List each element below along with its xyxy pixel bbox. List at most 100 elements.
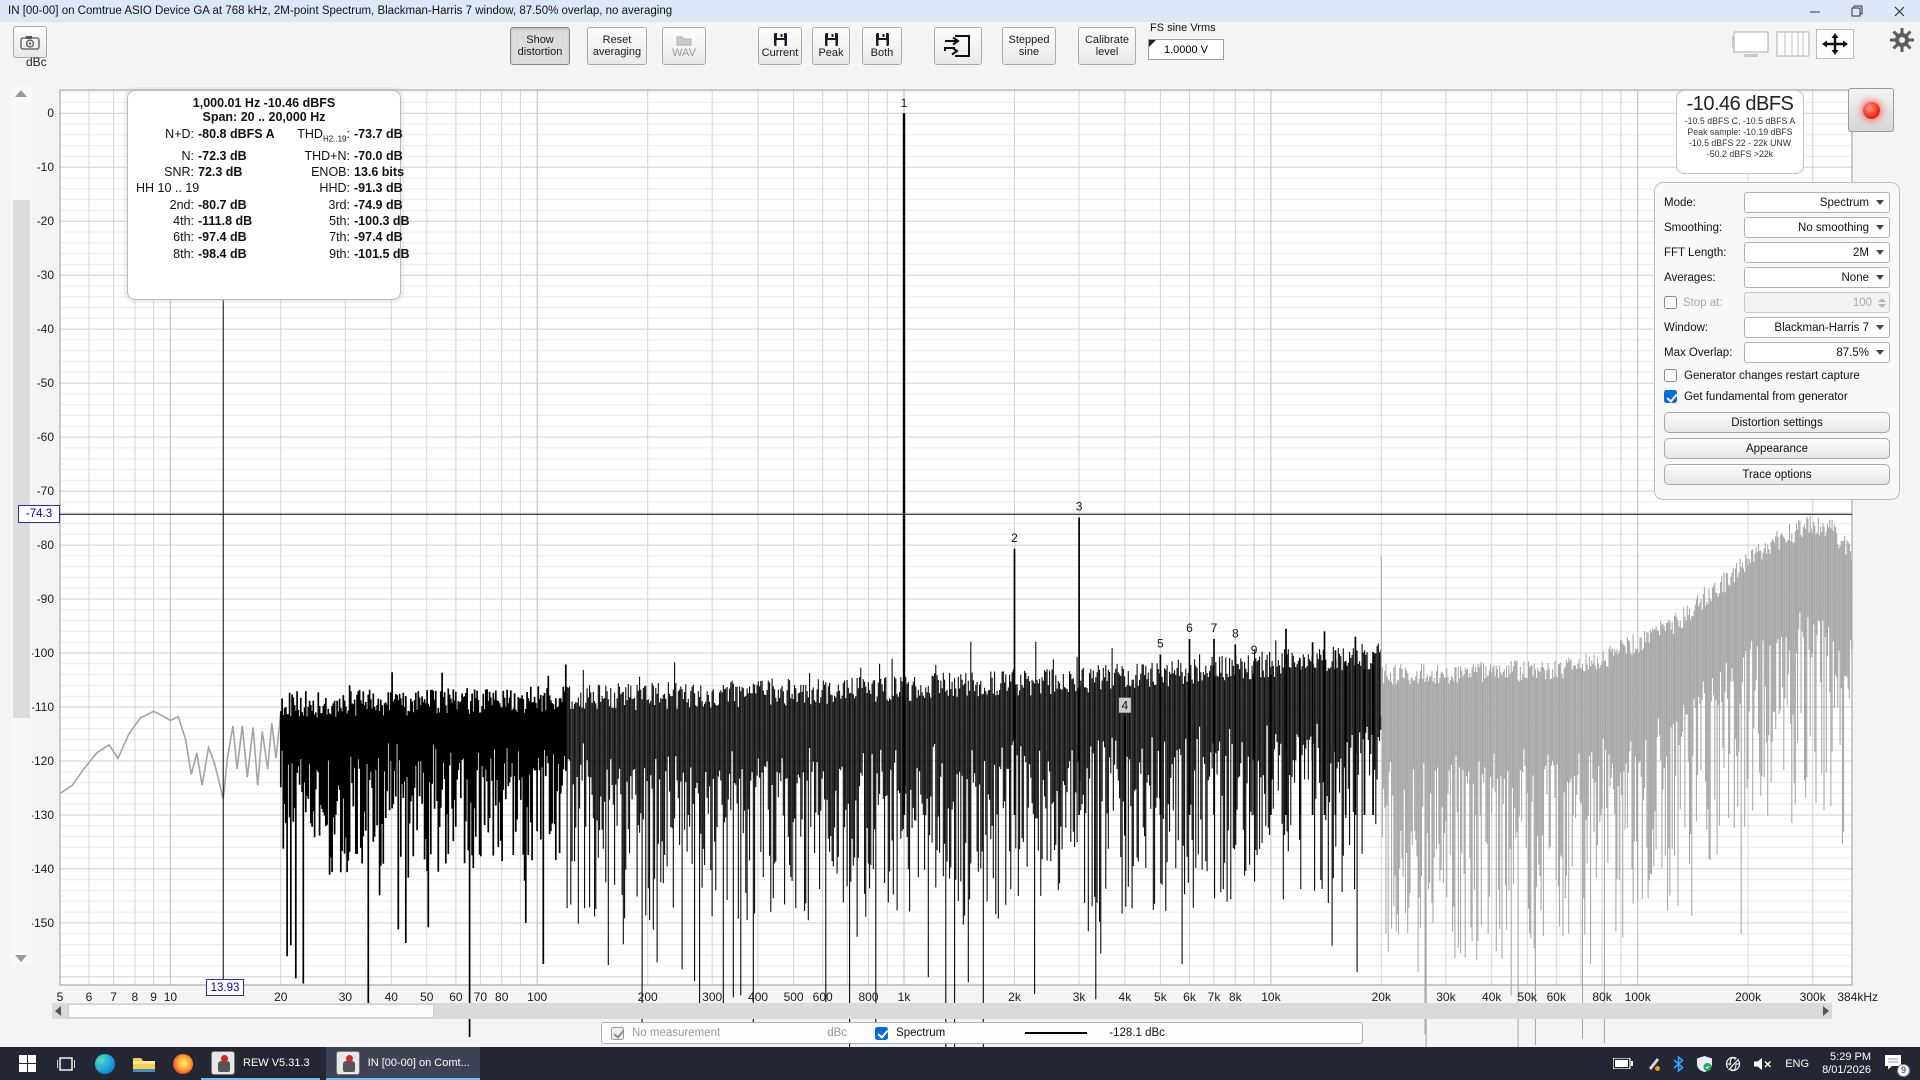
folder-icon (676, 34, 692, 46)
rew-app-icon (336, 1051, 360, 1075)
svg-text:20: 20 (274, 990, 288, 1004)
layout-columns-icon[interactable] (1776, 31, 1810, 57)
minimize-button[interactable] (1794, 0, 1836, 22)
record-button[interactable] (1848, 88, 1894, 132)
fundamental-from-generator-checkbox[interactable] (1664, 390, 1677, 403)
stepped-sine-button[interactable]: Stepped sine (1002, 27, 1056, 65)
save-both-button[interactable]: Both (862, 27, 902, 65)
fs-sine-vrms-label: FS sine Vrms (1150, 22, 1216, 34)
screen: 1234567895678910203040506070801002003004… (0, 0, 1920, 1080)
bluetooth-icon[interactable] (1673, 1056, 1684, 1072)
cursor-level-readout: -74.3 (18, 505, 60, 523)
svg-text:7: 7 (110, 990, 117, 1004)
window-dropdown[interactable]: Blackman-Harris 7 (1744, 317, 1890, 338)
input-routing-button[interactable] (934, 27, 982, 65)
trace-options-button[interactable]: Trace options (1664, 464, 1890, 485)
svg-text:40: 40 (385, 990, 399, 1004)
notification-center-button[interactable]: 9 (1884, 1054, 1908, 1074)
settings-gear-icon[interactable] (1890, 28, 1914, 52)
svg-text:384kHz: 384kHz (1837, 990, 1878, 1004)
scroll-left-icon[interactable] (55, 1006, 61, 1016)
pen-icon[interactable] (1646, 1056, 1660, 1071)
svg-text:4: 4 (1122, 699, 1129, 713)
title-bar: IN [00-00] on Comtrue ASIO Device GA at … (0, 0, 1920, 22)
svg-text:200k: 200k (1735, 990, 1762, 1004)
horizontal-scrollbar[interactable] (52, 1003, 1832, 1019)
edge-browser-button[interactable] (93, 1052, 117, 1076)
restore-button[interactable] (1836, 0, 1878, 22)
save-peak-button[interactable]: Peak (812, 27, 850, 65)
pan-arrows-button[interactable] (1816, 29, 1854, 59)
show-distortion-button[interactable]: Show distortion (510, 27, 570, 65)
svg-text:8: 8 (132, 990, 139, 1004)
svg-text:600: 600 (813, 990, 833, 1004)
fft-length-dropdown[interactable]: 2M (1744, 242, 1890, 263)
window-row: Window:Blackman-Harris 7 (1664, 315, 1890, 340)
svg-text:-60: -60 (37, 430, 55, 444)
fundamental-from-generator-row: Get fundamental from generator (1664, 386, 1890, 407)
floppy-disk-icon (774, 33, 787, 46)
svg-text:-120: -120 (30, 754, 54, 768)
calibrate-level-button[interactable]: Calibrate level (1078, 27, 1136, 65)
mode-row: Mode:Spectrum (1664, 190, 1890, 215)
task-view-button[interactable] (54, 1052, 78, 1076)
spectrum-trace-checkbox[interactable] (875, 1027, 888, 1040)
language-indicator[interactable]: ENG (1785, 1058, 1809, 1070)
screenshot-button[interactable] (13, 26, 47, 58)
fs-sine-vrms-input[interactable]: 1.0000 V (1148, 39, 1224, 60)
start-button[interactable] (15, 1052, 39, 1076)
floppy-disk-icon (876, 33, 889, 46)
svg-text:80: 80 (495, 990, 509, 1004)
volume-muted-icon[interactable] (1754, 1057, 1772, 1071)
save-current-button[interactable]: Current (758, 27, 802, 65)
generator-restart-checkbox[interactable] (1664, 369, 1677, 382)
security-shield-icon[interactable] (1697, 1056, 1712, 1072)
vertical-scroll-thumb[interactable] (13, 200, 30, 718)
mode-dropdown[interactable]: Spectrum (1744, 192, 1890, 213)
firefox-button[interactable] (171, 1052, 195, 1076)
svg-text:-40: -40 (37, 322, 55, 336)
svg-text:20k: 20k (1372, 990, 1392, 1004)
svg-text:8k: 8k (1229, 990, 1243, 1004)
taskbar-app-rew[interactable]: REW V5.31.3 (201, 1047, 320, 1080)
input-level-main: -10.46 dBFS (1677, 93, 1803, 116)
horizontal-scroll-thumb[interactable] (68, 1004, 434, 1018)
scroll-up-icon[interactable] (15, 90, 27, 97)
distortion-info-box: 1,000.01 Hz -10.46 dBFS Span: 20 .. 20,0… (127, 90, 401, 300)
scroll-right-icon[interactable] (1823, 1006, 1829, 1016)
svg-text:-20: -20 (37, 214, 55, 228)
battery-icon[interactable] (1613, 1058, 1633, 1069)
averages-dropdown[interactable]: None (1744, 267, 1890, 288)
distortion-settings-button[interactable]: Distortion settings (1664, 412, 1890, 433)
reset-averaging-button[interactable]: Reset averaging (587, 27, 647, 65)
network-globe-icon[interactable] (1725, 1056, 1741, 1072)
max-overlap-row: Max Overlap:87.5% (1664, 340, 1890, 365)
vertical-scrollbar[interactable] (11, 86, 32, 966)
layout-single-icon[interactable] (1732, 30, 1770, 58)
no-measurement-checkbox[interactable] (611, 1027, 624, 1040)
svg-text:9: 9 (1251, 643, 1258, 657)
appearance-button[interactable]: Appearance (1664, 438, 1890, 459)
smoothing-dropdown[interactable]: No smoothing (1744, 217, 1890, 238)
folder-icon (133, 1055, 155, 1073)
max-overlap-dropdown[interactable]: 87.5% (1744, 342, 1890, 363)
chevron-down-icon (1876, 275, 1884, 280)
taskbar-window-spectrum[interactable]: IN [00-00] on Comt... (326, 1047, 480, 1080)
record-icon (1863, 102, 1880, 119)
taskbar-clock[interactable]: 5:29 PM 8/01/2026 (1822, 1051, 1871, 1077)
file-explorer-button[interactable] (132, 1052, 156, 1076)
svg-text:-130: -130 (30, 808, 54, 822)
cursor-frequency-readout: 13.93 (206, 979, 244, 996)
spin-corner-icon (1149, 40, 1156, 47)
stop-at-checkbox[interactable] (1664, 296, 1677, 309)
y-axis-unit-label: dBc (26, 55, 47, 69)
svg-text:100: 100 (527, 990, 547, 1004)
scroll-down-icon[interactable] (15, 955, 27, 962)
spinner-arrows-icon (1878, 298, 1886, 308)
window-title: IN [00-00] on Comtrue ASIO Device GA at … (8, 5, 672, 17)
close-button[interactable] (1878, 0, 1920, 22)
svg-text:1: 1 (901, 96, 908, 110)
svg-text:80k: 80k (1592, 990, 1612, 1004)
taskbar: REW V5.31.3 IN [00-00] on Comt... ENG 5:… (0, 1047, 1920, 1080)
svg-text:2k: 2k (1008, 990, 1022, 1004)
